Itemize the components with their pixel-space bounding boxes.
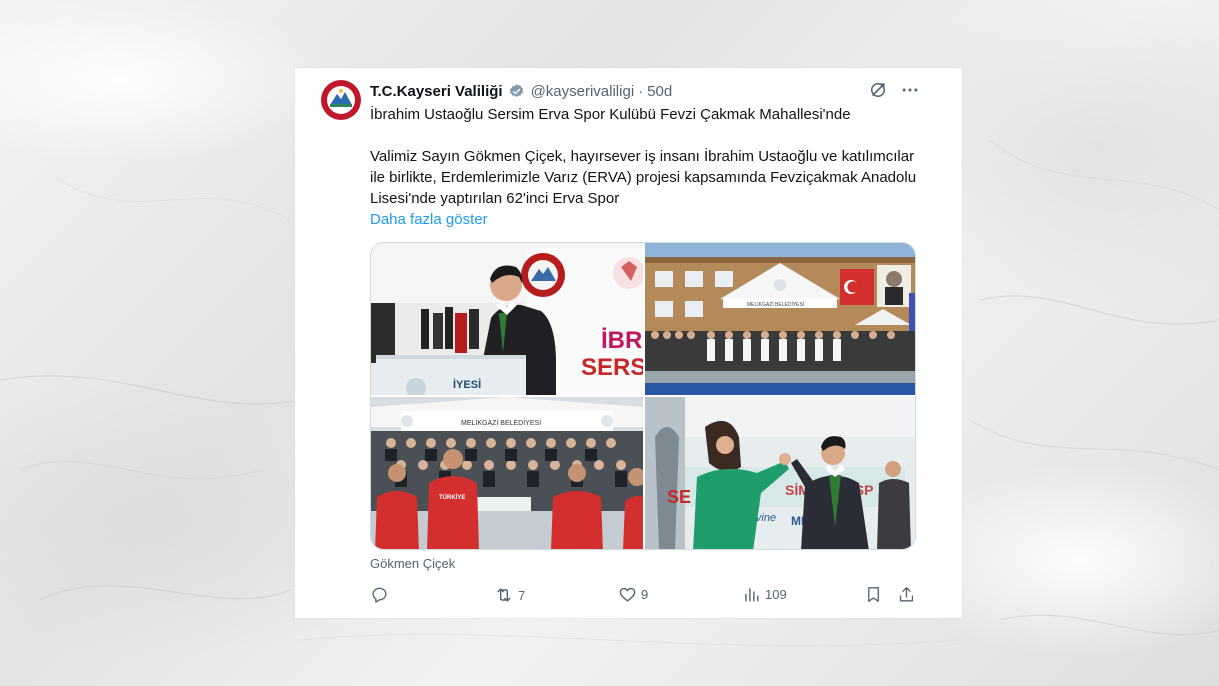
views-count: 109 (765, 587, 787, 602)
tweet-header: T.C.Kayseri Valiliği @kayserivaliligi · … (370, 80, 672, 102)
photo-podium-speech[interactable]: İBR SERSİM İYESİ (371, 243, 643, 395)
profile-avatar[interactable] (320, 79, 362, 121)
retweet-icon (497, 588, 511, 602)
photo-group-ceremony[interactable]: MELİKGAZİ BELEDİYESİ (645, 243, 915, 395)
tweet-text-line2: Valimiz Sayın Gökmen Çiçek, hayırsever i… (370, 148, 917, 207)
media-grid: İBR SERSİM İYESİ (370, 242, 916, 550)
photo-podium-text: İYESİ (453, 378, 481, 391)
photo-banner-text-a: İBR (601, 327, 642, 354)
photo-banner-text-b: SERSİM (581, 354, 643, 381)
like-button[interactable]: 9 (618, 585, 648, 604)
kayseri-emblem-icon (321, 80, 361, 120)
share-button[interactable] (897, 585, 916, 604)
tweet-text-line1: İbrahim Ustaoğlu Sersim Erva Spor Kulübü… (370, 106, 851, 123)
tweet-timestamp[interactable]: 50d (647, 83, 672, 100)
share-icon (899, 587, 914, 602)
views-button[interactable]: 109 (742, 585, 787, 604)
photo-tent-text: MELİKGAZİ BELEDİYESİ (747, 301, 804, 308)
reply-button[interactable] (370, 585, 393, 604)
photo-audience-students[interactable]: MELİKGAZİ BELEDİYESİ TÜRKİYE (371, 397, 643, 549)
display-name[interactable]: T.C.Kayseri Valiliği (370, 83, 503, 100)
verified-badge-icon (508, 83, 525, 100)
tweet-text: İbrahim Ustaoğlu Sersim Erva Spor Kulübü… (370, 104, 930, 230)
user-handle[interactable]: @kayserivaliligi (531, 83, 635, 100)
heart-icon (619, 587, 636, 602)
tweet-action-bar: 7 9 109 (370, 585, 918, 607)
retweet-button[interactable]: 7 (494, 585, 525, 605)
views-icon (745, 588, 759, 602)
more-icon[interactable] (900, 80, 920, 100)
separator-dot: · (638, 82, 644, 100)
tweet-top-actions (868, 80, 920, 100)
reply-icon (372, 587, 387, 603)
grok-icon[interactable] (868, 80, 888, 100)
shirt-text: TÜRKİYE (439, 494, 465, 501)
photo-banner-text-c: SE (667, 487, 691, 507)
photo-high-five[interactable]: SE SİM ERVA SP erevine ME (645, 397, 915, 549)
show-more-link[interactable]: Daha fazla göster (370, 211, 488, 228)
photo-tent-text-2: MELİKGAZİ BELEDİYESİ (461, 418, 541, 427)
like-count: 9 (641, 587, 649, 602)
retweet-count: 7 (518, 587, 526, 603)
bookmark-button[interactable] (864, 585, 883, 604)
bookmark-icon (868, 587, 879, 602)
tagged-user[interactable]: Gökmen Çiçek (370, 556, 455, 571)
